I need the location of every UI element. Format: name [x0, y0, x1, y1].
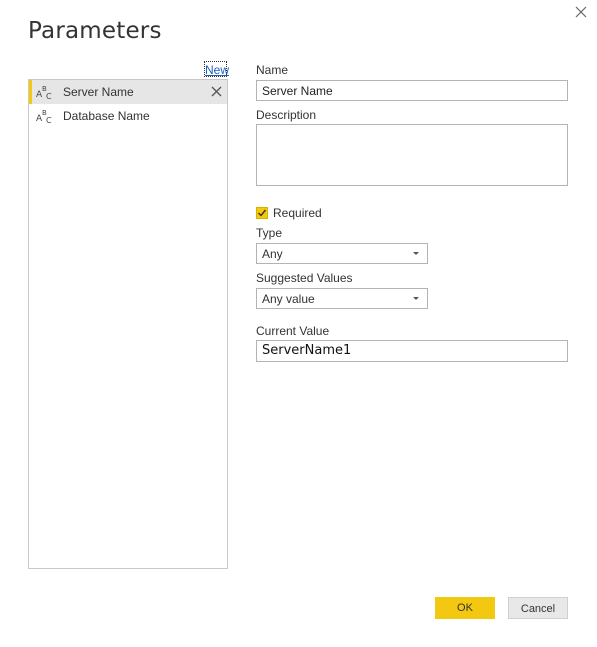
name-label: Name [256, 63, 289, 77]
required-checkbox[interactable] [256, 207, 268, 219]
page-title: Parameters [28, 18, 162, 44]
current-value-label: Current Value [256, 324, 330, 338]
checkmark-icon [258, 209, 267, 217]
description-input[interactable] [256, 124, 568, 186]
type-select-value: Any [262, 247, 283, 261]
chevron-down-icon [413, 297, 419, 300]
close-icon [575, 6, 587, 18]
suggested-values-select[interactable]: Any value [256, 288, 428, 309]
type-label: Type [256, 226, 283, 240]
parameter-list: A B C Server Name A B C Database Name [28, 79, 228, 569]
parameter-item-label: Database Name [63, 109, 150, 123]
ok-button[interactable]: OK [435, 597, 495, 619]
new-parameter-link[interactable]: New [204, 61, 229, 77]
required-row: Required [256, 205, 322, 221]
current-value-input[interactable]: ServerName1 [256, 340, 568, 362]
text-type-icon: A B C [36, 109, 52, 124]
svg-text:C: C [46, 92, 52, 100]
description-label: Description [256, 108, 317, 122]
text-type-icon: A B C [36, 85, 52, 100]
suggested-values-select-value: Any value [262, 292, 315, 306]
cancel-button[interactable]: Cancel [508, 597, 568, 619]
parameter-item-database-name[interactable]: A B C Database Name [29, 104, 227, 128]
type-select[interactable]: Any [256, 243, 428, 264]
svg-text:C: C [46, 116, 52, 124]
parameter-item-label: Server Name [63, 85, 134, 99]
parameter-item-server-name[interactable]: A B C Server Name [29, 80, 227, 104]
chevron-down-icon [413, 252, 419, 255]
suggested-values-label: Suggested Values [256, 271, 353, 285]
name-input[interactable]: Server Name [256, 80, 568, 101]
delete-icon[interactable] [210, 85, 223, 98]
required-label: Required [273, 206, 322, 220]
close-button[interactable] [574, 5, 590, 21]
